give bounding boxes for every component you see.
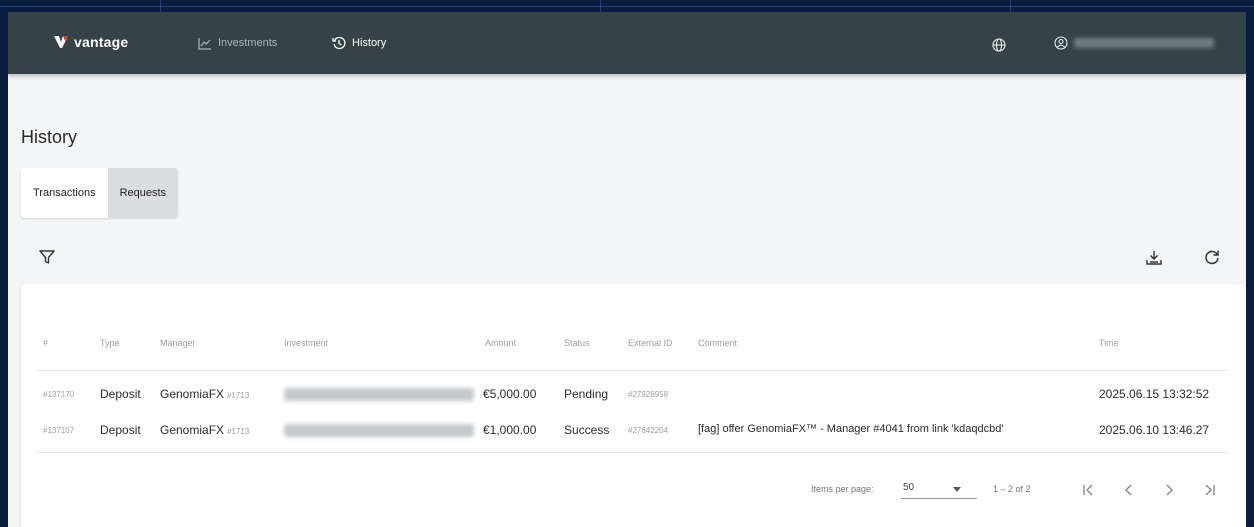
nav-history-label: History bbox=[352, 37, 387, 49]
chart-icon bbox=[198, 38, 211, 50]
table-bottom-divider bbox=[37, 452, 1229, 453]
history-tabs: Transactions Requests bbox=[21, 168, 179, 218]
history-icon bbox=[332, 36, 346, 50]
column-header-amount: Amount bbox=[485, 338, 517, 348]
column-header-manager: Manager bbox=[160, 338, 196, 348]
items-per-page-label: Items per page: bbox=[811, 484, 874, 494]
column-header-id: # bbox=[43, 338, 49, 348]
manager-id: #1713 bbox=[227, 391, 250, 400]
items-per-page-select[interactable]: 50 bbox=[901, 480, 977, 499]
row-id: #137170 bbox=[43, 390, 75, 399]
brand-name: vantage bbox=[74, 34, 129, 50]
row-time: 2025.06.10 13:46.27 bbox=[1099, 423, 1210, 437]
vantage-logo-icon bbox=[54, 36, 68, 48]
header-divider bbox=[37, 370, 1229, 371]
column-header-time: Time bbox=[1099, 338, 1119, 348]
row-type: Deposit bbox=[100, 387, 141, 401]
row-status: Pending bbox=[564, 387, 609, 401]
brand-logo[interactable]: vantage bbox=[54, 34, 128, 50]
table-row[interactable]: #137107 Deposit GenomiaFX #1713 €1,000.00… bbox=[21, 412, 1246, 448]
column-header-external-id: External ID bbox=[628, 338, 673, 348]
items-per-page-value: 50 bbox=[903, 482, 915, 493]
next-page-icon[interactable] bbox=[1161, 482, 1177, 498]
chevron-down-icon bbox=[953, 487, 961, 492]
globe-icon[interactable] bbox=[992, 38, 1006, 52]
row-time: 2025.06.15 13:32:52 bbox=[1099, 387, 1210, 401]
top-navigation-bar: vantage Investments History bbox=[8, 12, 1246, 74]
row-id: #137107 bbox=[43, 426, 75, 435]
user-icon bbox=[1054, 36, 1068, 50]
user-menu[interactable] bbox=[1054, 36, 1214, 50]
first-page-icon[interactable] bbox=[1081, 482, 1097, 498]
column-header-investment: Investment bbox=[284, 338, 329, 348]
table-row[interactable]: #137170 Deposit GenomiaFX #1713 €5,000.00… bbox=[21, 376, 1246, 412]
row-comment: [fag] offer GenomiaFX™ - Manager #4041 f… bbox=[698, 423, 1004, 435]
row-status: Success bbox=[564, 423, 610, 437]
column-header-type: Type bbox=[100, 338, 120, 348]
user-name-redacted bbox=[1074, 38, 1214, 48]
row-investment bbox=[284, 388, 474, 404]
last-page-icon[interactable] bbox=[1201, 482, 1217, 498]
page-title: History bbox=[21, 127, 78, 147]
column-header-comment: Comment bbox=[698, 338, 738, 348]
column-header-status: Status bbox=[564, 338, 590, 348]
row-external-id: #27642204 bbox=[628, 426, 669, 435]
requests-table-card: # Type Manager Investment Amount Status … bbox=[21, 284, 1246, 527]
investment-redacted bbox=[284, 424, 474, 437]
export-icon[interactable] bbox=[1145, 249, 1163, 267]
row-manager: GenomiaFX #1713 bbox=[160, 387, 249, 401]
tab-transactions[interactable]: Transactions bbox=[21, 168, 108, 218]
app-window: vantage Investments History History Tran… bbox=[8, 12, 1246, 527]
filter-icon[interactable] bbox=[38, 248, 56, 266]
previous-page-icon[interactable] bbox=[1121, 482, 1137, 498]
row-external-id: #27928958 bbox=[628, 390, 669, 399]
row-amount: €5,000.00 bbox=[483, 387, 537, 401]
row-investment bbox=[284, 424, 474, 440]
nav-investments-label: Investments bbox=[218, 37, 278, 49]
tab-requests[interactable]: Requests bbox=[107, 168, 179, 218]
investment-redacted bbox=[284, 388, 474, 401]
row-manager: GenomiaFX #1713 bbox=[160, 423, 249, 437]
nav-investments[interactable]: Investments bbox=[198, 36, 277, 50]
nav-history[interactable]: History bbox=[332, 36, 386, 50]
manager-id: #1713 bbox=[227, 427, 250, 436]
manager-name: GenomiaFX bbox=[160, 423, 225, 437]
manager-name: GenomiaFX bbox=[160, 387, 225, 401]
refresh-icon[interactable] bbox=[1203, 248, 1221, 266]
row-amount: €1,000.00 bbox=[483, 423, 537, 437]
pagination-range: 1 – 2 of 2 bbox=[993, 484, 1031, 494]
row-type: Deposit bbox=[100, 423, 141, 437]
